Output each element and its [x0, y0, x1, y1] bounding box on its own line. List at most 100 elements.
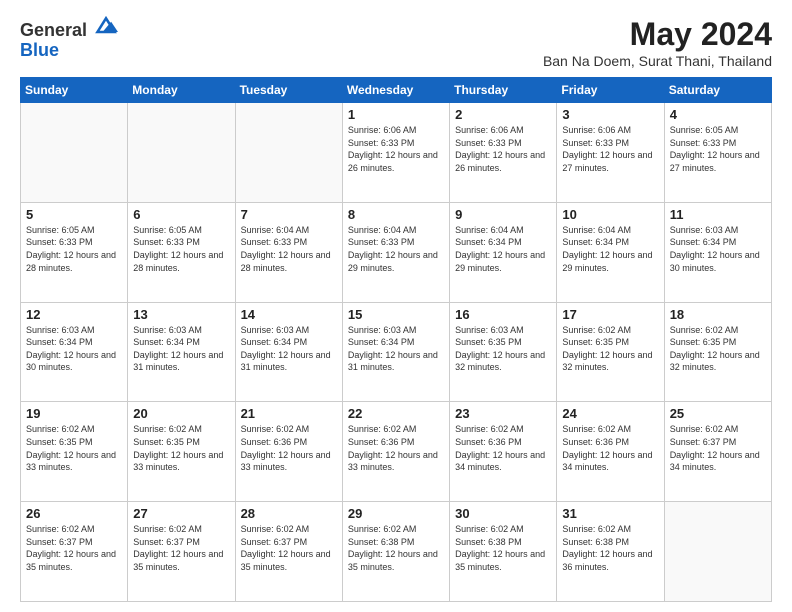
day-number: 1 [348, 107, 444, 122]
day-info: Sunrise: 6:02 AM Sunset: 6:36 PM Dayligh… [455, 423, 551, 473]
day-number: 24 [562, 406, 658, 421]
table-row: 29 Sunrise: 6:02 AM Sunset: 6:38 PM Dayli… [342, 502, 449, 602]
day-info: Sunrise: 6:02 AM Sunset: 6:35 PM Dayligh… [562, 324, 658, 374]
day-number: 14 [241, 307, 337, 322]
table-row [128, 103, 235, 203]
calendar-week-row: 26 Sunrise: 6:02 AM Sunset: 6:37 PM Dayli… [21, 502, 772, 602]
day-number: 25 [670, 406, 766, 421]
month-year: May 2024 [543, 16, 772, 53]
page: General Blue May 2024 Ban Na Doem, Surat… [0, 0, 792, 612]
title-block: May 2024 Ban Na Doem, Surat Thani, Thail… [543, 16, 772, 69]
day-info: Sunrise: 6:04 AM Sunset: 6:34 PM Dayligh… [455, 224, 551, 274]
calendar-week-row: 5Sunrise: 6:05 AM Sunset: 6:33 PM Daylig… [21, 202, 772, 302]
day-number: 12 [26, 307, 122, 322]
day-info: Sunrise: 6:02 AM Sunset: 6:37 PM Dayligh… [26, 523, 122, 573]
col-wednesday: Wednesday [342, 78, 449, 103]
table-row [21, 103, 128, 203]
day-number: 17 [562, 307, 658, 322]
day-number: 31 [562, 506, 658, 521]
table-row: 20 Sunrise: 6:02 AM Sunset: 6:35 PM Dayli… [128, 402, 235, 502]
day-info: Sunrise: 6:02 AM Sunset: 6:37 PM Dayligh… [241, 523, 337, 573]
day-info: Sunrise: 6:03 AM Sunset: 6:34 PM Dayligh… [133, 324, 229, 374]
calendar-week-row: 1 Sunrise: 6:06 AM Sunset: 6:33 PM Daylig… [21, 103, 772, 203]
table-row: 30Sunrise: 6:02 AM Sunset: 6:38 PM Dayli… [450, 502, 557, 602]
day-number: 26 [26, 506, 122, 521]
table-row: 28 Sunrise: 6:02 AM Sunset: 6:37 PM Dayli… [235, 502, 342, 602]
col-saturday: Saturday [664, 78, 771, 103]
calendar-week-row: 19 Sunrise: 6:02 AM Sunset: 6:35 PM Dayli… [21, 402, 772, 502]
header: General Blue May 2024 Ban Na Doem, Surat… [20, 16, 772, 69]
day-number: 7 [241, 207, 337, 222]
table-row: 27 Sunrise: 6:02 AM Sunset: 6:37 PM Dayli… [128, 502, 235, 602]
day-info: Sunrise: 6:05 AM Sunset: 6:33 PM Dayligh… [26, 224, 122, 274]
calendar-header-row: Sunday Monday Tuesday Wednesday Thursday… [21, 78, 772, 103]
logo-icon [94, 16, 118, 36]
day-number: 13 [133, 307, 229, 322]
day-info: Sunrise: 6:02 AM Sunset: 6:38 PM Dayligh… [455, 523, 551, 573]
col-monday: Monday [128, 78, 235, 103]
day-info: Sunrise: 6:02 AM Sunset: 6:35 PM Dayligh… [133, 423, 229, 473]
day-info: Sunrise: 6:02 AM Sunset: 6:37 PM Dayligh… [133, 523, 229, 573]
day-number: 15 [348, 307, 444, 322]
table-row: 24 Sunrise: 6:02 AM Sunset: 6:36 PM Dayli… [557, 402, 664, 502]
calendar-table: Sunday Monday Tuesday Wednesday Thursday… [20, 77, 772, 602]
logo-general: General [20, 16, 118, 41]
day-number: 28 [241, 506, 337, 521]
day-number: 6 [133, 207, 229, 222]
table-row: 25 Sunrise: 6:02 AM Sunset: 6:37 PM Dayli… [664, 402, 771, 502]
day-info: Sunrise: 6:02 AM Sunset: 6:38 PM Dayligh… [348, 523, 444, 573]
day-number: 23 [455, 406, 551, 421]
table-row: 21 Sunrise: 6:02 AM Sunset: 6:36 PM Dayli… [235, 402, 342, 502]
day-number: 29 [348, 506, 444, 521]
day-info: Sunrise: 6:02 AM Sunset: 6:35 PM Dayligh… [26, 423, 122, 473]
day-number: 18 [670, 307, 766, 322]
table-row: 11Sunrise: 6:03 AM Sunset: 6:34 PM Dayli… [664, 202, 771, 302]
table-row: 18 Sunrise: 6:02 AM Sunset: 6:35 PM Dayli… [664, 302, 771, 402]
day-info: Sunrise: 6:05 AM Sunset: 6:33 PM Dayligh… [670, 124, 766, 174]
day-number: 8 [348, 207, 444, 222]
table-row [664, 502, 771, 602]
day-info: Sunrise: 6:02 AM Sunset: 6:36 PM Dayligh… [562, 423, 658, 473]
col-friday: Friday [557, 78, 664, 103]
day-number: 20 [133, 406, 229, 421]
table-row: 4 Sunrise: 6:05 AM Sunset: 6:33 PM Daylig… [664, 103, 771, 203]
table-row: 14 Sunrise: 6:03 AM Sunset: 6:34 PM Dayli… [235, 302, 342, 402]
table-row: 26 Sunrise: 6:02 AM Sunset: 6:37 PM Dayli… [21, 502, 128, 602]
table-row: 12Sunrise: 6:03 AM Sunset: 6:34 PM Dayli… [21, 302, 128, 402]
day-info: Sunrise: 6:04 AM Sunset: 6:33 PM Dayligh… [241, 224, 337, 274]
day-info: Sunrise: 6:06 AM Sunset: 6:33 PM Dayligh… [455, 124, 551, 174]
day-info: Sunrise: 6:06 AM Sunset: 6:33 PM Dayligh… [348, 124, 444, 174]
table-row: 16 Sunrise: 6:03 AM Sunset: 6:35 PM Dayli… [450, 302, 557, 402]
day-number: 10 [562, 207, 658, 222]
day-number: 19 [26, 406, 122, 421]
day-info: Sunrise: 6:06 AM Sunset: 6:33 PM Dayligh… [562, 124, 658, 174]
day-number: 27 [133, 506, 229, 521]
day-info: Sunrise: 6:03 AM Sunset: 6:34 PM Dayligh… [241, 324, 337, 374]
day-number: 3 [562, 107, 658, 122]
day-number: 21 [241, 406, 337, 421]
day-number: 11 [670, 207, 766, 222]
table-row: 6Sunrise: 6:05 AM Sunset: 6:33 PM Daylig… [128, 202, 235, 302]
table-row: 9 Sunrise: 6:04 AM Sunset: 6:34 PM Daylig… [450, 202, 557, 302]
day-info: Sunrise: 6:02 AM Sunset: 6:36 PM Dayligh… [241, 423, 337, 473]
table-row: 31Sunrise: 6:02 AM Sunset: 6:38 PM Dayli… [557, 502, 664, 602]
logo-blue: Blue [20, 41, 118, 61]
table-row [235, 103, 342, 203]
day-info: Sunrise: 6:02 AM Sunset: 6:35 PM Dayligh… [670, 324, 766, 374]
day-number: 9 [455, 207, 551, 222]
col-thursday: Thursday [450, 78, 557, 103]
table-row: 23 Sunrise: 6:02 AM Sunset: 6:36 PM Dayli… [450, 402, 557, 502]
day-info: Sunrise: 6:03 AM Sunset: 6:35 PM Dayligh… [455, 324, 551, 374]
table-row: 2Sunrise: 6:06 AM Sunset: 6:33 PM Daylig… [450, 103, 557, 203]
table-row: 17 Sunrise: 6:02 AM Sunset: 6:35 PM Dayli… [557, 302, 664, 402]
table-row: 22Sunrise: 6:02 AM Sunset: 6:36 PM Dayli… [342, 402, 449, 502]
day-info: Sunrise: 6:02 AM Sunset: 6:37 PM Dayligh… [670, 423, 766, 473]
location: Ban Na Doem, Surat Thani, Thailand [543, 53, 772, 69]
table-row: 19 Sunrise: 6:02 AM Sunset: 6:35 PM Dayli… [21, 402, 128, 502]
day-number: 22 [348, 406, 444, 421]
col-sunday: Sunday [21, 78, 128, 103]
table-row: 3 Sunrise: 6:06 AM Sunset: 6:33 PM Daylig… [557, 103, 664, 203]
day-number: 4 [670, 107, 766, 122]
day-number: 16 [455, 307, 551, 322]
table-row: 10Sunrise: 6:04 AM Sunset: 6:34 PM Dayli… [557, 202, 664, 302]
